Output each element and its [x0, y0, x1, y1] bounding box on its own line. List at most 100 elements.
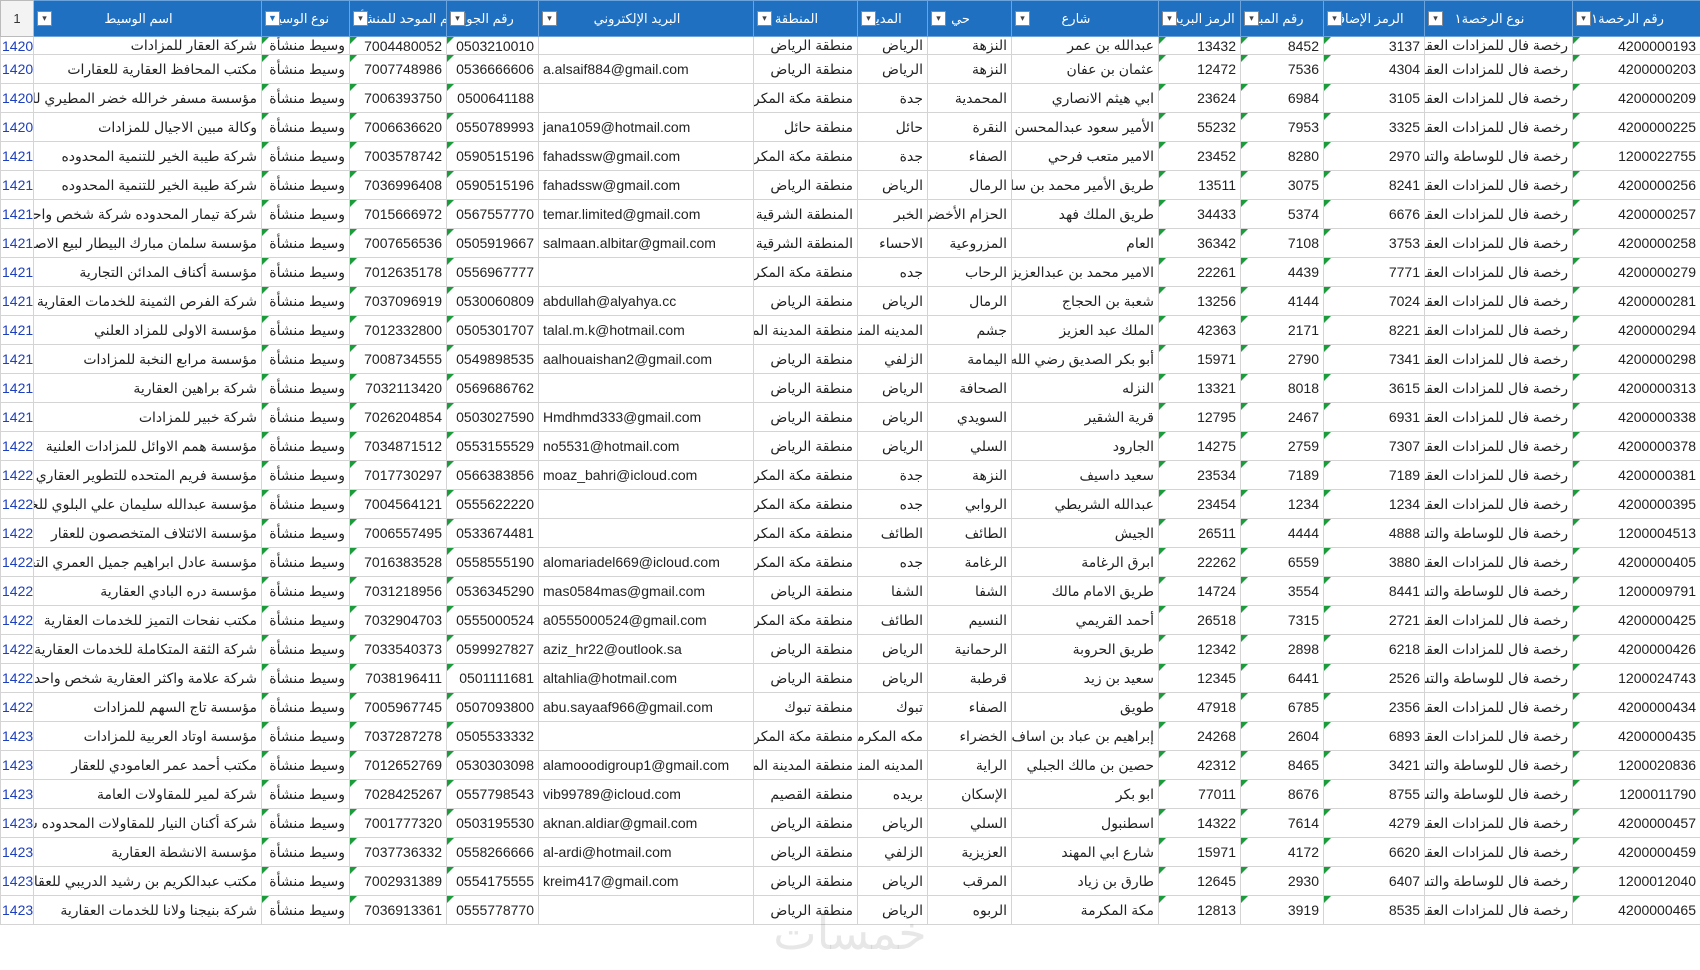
filter-dropdown-icon[interactable]: ▾	[1162, 11, 1177, 26]
cell-district[interactable]: الحزام الأخضر	[927, 199, 1012, 229]
cell-broker-name[interactable]: مكتب نفحات التميز للخدمات العقارية	[33, 605, 262, 635]
cell-broker-type[interactable]: وسيط منشأة	[261, 315, 350, 345]
cell-street[interactable]: مكة المكرمة	[1011, 895, 1159, 925]
cell-license-type[interactable]: رخصة فال للمزادات العقارية	[1424, 460, 1573, 490]
cell-mobile[interactable]: 0503195530	[446, 808, 539, 838]
cell-postal[interactable]: 26518	[1158, 605, 1241, 635]
cell-broker-name[interactable]: مؤسسة مسفر خرالله خضر المطيري للتجارة	[33, 83, 262, 113]
cell-license-type[interactable]: رخصة فال للمزادات العقارية	[1424, 36, 1573, 55]
cell-postal[interactable]: 26511	[1158, 518, 1241, 548]
cell-license-no[interactable]: 4200000294	[1572, 315, 1700, 345]
cell-building[interactable]: 7315	[1240, 605, 1324, 635]
cell-street[interactable]: الملك عبد العزيز	[1011, 315, 1159, 345]
cell-additional[interactable]: 3105	[1323, 83, 1425, 113]
cell-license-no[interactable]: 1200009791	[1572, 576, 1700, 606]
cell-additional[interactable]: 3421	[1323, 750, 1425, 780]
cell-street[interactable]: ابي هيثم الانصاري	[1011, 83, 1159, 113]
cell-street[interactable]: طريق الأمير محمد بن سلمان	[1011, 170, 1159, 200]
cell-postal[interactable]: 22262	[1158, 547, 1241, 577]
cell-unified-no[interactable]: 7032904703	[349, 605, 447, 635]
cell-street[interactable]: الجارود	[1011, 431, 1159, 461]
column-header-mobile[interactable]: رقم الجوال ▾	[446, 0, 539, 37]
cell-mobile[interactable]: 0533674481	[446, 518, 539, 548]
filter-dropdown-icon[interactable]: ▾	[1576, 11, 1591, 26]
cell-license-type[interactable]: رخصة فال للمزادات العقارية	[1424, 808, 1573, 838]
cell-district[interactable]: السويدي	[927, 402, 1012, 432]
cell-broker-type[interactable]: وسيط منشأة	[261, 141, 350, 171]
cell-street[interactable]: اسطنبول	[1011, 808, 1159, 838]
cell-email[interactable]: a0555000524@gmail.com	[538, 605, 754, 635]
cell-city[interactable]: جده	[857, 257, 928, 287]
cell-district[interactable]: قرطبة	[927, 663, 1012, 693]
cell-license-no[interactable]: 4200000209	[1572, 83, 1700, 113]
cell-mobile[interactable]: 0556967777	[446, 257, 539, 287]
cell-mobile[interactable]: 0550789993	[446, 112, 539, 142]
cell-unified-no[interactable]: 7004564121	[349, 489, 447, 519]
cell-unified-no[interactable]: 7006393750	[349, 83, 447, 113]
column-header-unified-no[interactable]: رقم الموحد للمنشأة▾	[349, 0, 447, 37]
column-header-broker-type[interactable]: نوع الوسيط ▼	[261, 0, 350, 37]
cell-region[interactable]: منطقة مكة المكرمة	[753, 489, 858, 519]
cell-mobile[interactable]: 0555778770	[446, 895, 539, 925]
cell-license-no[interactable]: 4200000258	[1572, 228, 1700, 258]
row-number[interactable]: 14233	[0, 808, 34, 838]
cell-building[interactable]: 2898	[1240, 634, 1324, 664]
cell-license-no[interactable]: 4200000279	[1572, 257, 1700, 287]
cell-city[interactable]: الرياض	[857, 866, 928, 896]
cell-building[interactable]: 5374	[1240, 199, 1324, 229]
cell-unified-no[interactable]: 7036913361	[349, 895, 447, 925]
cell-email[interactable]: kreim417@gmail.com	[538, 866, 754, 896]
cell-email[interactable]	[538, 518, 754, 548]
cell-district[interactable]: النزهة	[927, 36, 1012, 55]
cell-email[interactable]	[538, 36, 754, 55]
cell-additional[interactable]: 8441	[1323, 576, 1425, 606]
cell-license-no[interactable]: 1200012040	[1572, 866, 1700, 896]
cell-mobile[interactable]: 0554175555	[446, 866, 539, 896]
cell-district[interactable]: اليمامة	[927, 344, 1012, 374]
cell-district[interactable]: النزهة	[927, 54, 1012, 84]
cell-region[interactable]: منطقة الرياض	[753, 54, 858, 84]
cell-postal[interactable]: 12342	[1158, 634, 1241, 664]
cell-region[interactable]: منطقة مكة المكرمة	[753, 460, 858, 490]
cell-unified-no[interactable]: 7026204854	[349, 402, 447, 432]
cell-broker-name[interactable]: مؤسسة الانشطة العقارية	[33, 837, 262, 867]
cell-building[interactable]: 2171	[1240, 315, 1324, 345]
row-number[interactable]: 14211	[0, 170, 34, 200]
cell-postal[interactable]: 42312	[1158, 750, 1241, 780]
cell-additional[interactable]: 3615	[1323, 373, 1425, 403]
cell-additional[interactable]: 2970	[1323, 141, 1425, 171]
cell-additional[interactable]: 8241	[1323, 170, 1425, 200]
cell-mobile[interactable]: 0505919667	[446, 228, 539, 258]
cell-mobile[interactable]: 0569686762	[446, 373, 539, 403]
cell-region[interactable]: منطقة الرياض	[753, 373, 858, 403]
cell-broker-type[interactable]: وسيط منشأة	[261, 431, 350, 461]
cell-city[interactable]: الرياض	[857, 54, 928, 84]
cell-city[interactable]: الرياض	[857, 895, 928, 925]
cell-additional[interactable]: 8535	[1323, 895, 1425, 925]
cell-street[interactable]: أحمد القريمي	[1011, 605, 1159, 635]
cell-broker-type[interactable]: وسيط منشأة	[261, 895, 350, 925]
cell-district[interactable]: الرمال	[927, 170, 1012, 200]
cell-city[interactable]: الرياض	[857, 634, 928, 664]
cell-postal[interactable]: 34433	[1158, 199, 1241, 229]
cell-postal[interactable]: 23452	[1158, 141, 1241, 171]
cell-region[interactable]: منطقة الرياض	[753, 286, 858, 316]
row-number[interactable]: 14226	[0, 605, 34, 635]
cell-license-no[interactable]: 4200000313	[1572, 373, 1700, 403]
cell-building[interactable]: 7189	[1240, 460, 1324, 490]
cell-region[interactable]: منطقة الرياض	[753, 36, 858, 55]
cell-unified-no[interactable]: 7031218956	[349, 576, 447, 606]
cell-street[interactable]: العام	[1011, 228, 1159, 258]
cell-license-type[interactable]: رخصة فال للمزادات العقارية	[1424, 112, 1573, 142]
cell-broker-name[interactable]: مؤسسة أكناف المدائن التجارية	[33, 257, 262, 287]
cell-broker-type[interactable]: وسيط منشأة	[261, 36, 350, 55]
cell-broker-name[interactable]: شركة علامة واكثر العقارية شخص واحد	[33, 663, 262, 693]
cell-building[interactable]: 4172	[1240, 837, 1324, 867]
cell-postal[interactable]: 13432	[1158, 36, 1241, 55]
cell-broker-name[interactable]: مكتب عبدالكريم بن رشيد الدريبي للعقارات	[33, 866, 262, 896]
cell-license-no[interactable]: 4200000465	[1572, 895, 1700, 925]
filter-dropdown-icon[interactable]: ▾	[37, 11, 52, 26]
cell-city[interactable]: بريده	[857, 779, 928, 809]
cell-street[interactable]: إبراهيم بن عباد بن اساف بن عدي	[1011, 721, 1159, 751]
row-number[interactable]: 14207	[0, 54, 34, 84]
